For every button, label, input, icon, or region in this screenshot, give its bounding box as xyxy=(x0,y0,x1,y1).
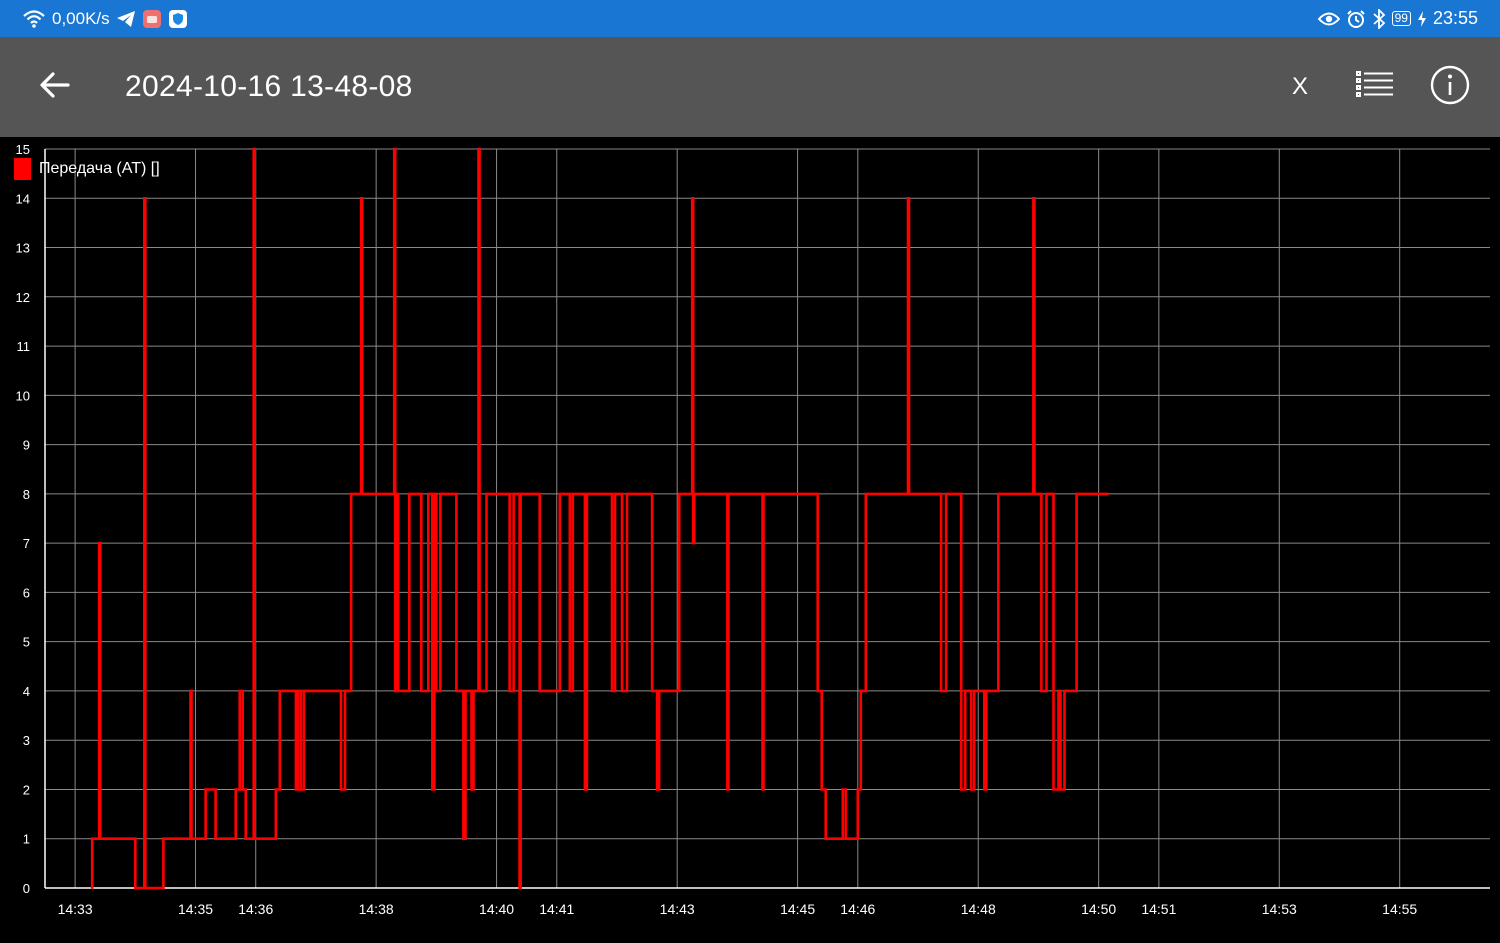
x-tick-label: 14:43 xyxy=(660,901,695,917)
chart-area[interactable]: 0 1 2 3 4 5 6 7 8 9 10 11 12 13 14 15 14:33 14:35 14:36 14… xyxy=(0,137,1500,938)
alarm-icon xyxy=(1346,9,1366,29)
status-bar-left: 0,00K/s xyxy=(22,0,188,37)
app-toolbar: 2024-10-16 13-48-08 X xyxy=(0,37,1500,137)
arrow-left-icon xyxy=(40,71,70,103)
y-tick-label: 11 xyxy=(17,339,31,354)
x-axis-button[interactable]: X xyxy=(1280,67,1320,107)
series-layer xyxy=(90,147,1109,890)
info-icon xyxy=(1430,65,1470,110)
notification-app-icon xyxy=(142,9,162,29)
y-tick-label: 8 xyxy=(23,487,30,502)
clock: 23:55 xyxy=(1432,8,1478,28)
y-tick-label: 4 xyxy=(23,684,30,699)
x-tick-label: 14:35 xyxy=(178,901,213,917)
net-speed: 0,00K/s xyxy=(52,8,110,28)
x-tick-label: 14:40 xyxy=(479,901,514,917)
line-chart[interactable]: 0123456789101112131415 14:33 14:35 14:36 14… xyxy=(0,137,1500,938)
y-tick-label: 0 xyxy=(23,881,30,896)
eye-icon xyxy=(1317,11,1340,27)
series-line xyxy=(90,147,1109,890)
legend-label: Передача (AT) [] xyxy=(39,160,160,177)
x-tick-label: 14:46 xyxy=(840,901,875,917)
x-tick-label: 14:41 xyxy=(539,901,574,917)
list-button[interactable] xyxy=(1352,67,1398,107)
y-tick-label: 7 xyxy=(23,536,30,551)
x-tick-label: 14:33 xyxy=(58,901,93,917)
y-tick-label: 10 xyxy=(16,388,30,403)
page-title: 2024-10-16 13-48-08 xyxy=(125,70,413,103)
telegram-icon xyxy=(116,10,136,28)
back-button[interactable] xyxy=(30,63,80,111)
chart-legend: Передача (AT) [] xyxy=(14,158,160,180)
y-tick-label: 2 xyxy=(23,782,30,797)
y-tick-label: 1 xyxy=(23,832,30,847)
x-tick-label: 14:38 xyxy=(359,901,394,917)
y-tick-label: 13 xyxy=(16,241,30,256)
x-tick-label: 14:48 xyxy=(961,901,996,917)
grid-vertical xyxy=(74,149,1401,888)
y-tick-label: 12 xyxy=(16,290,30,305)
y-tick-label: 6 xyxy=(23,585,30,600)
legend-swatch xyxy=(14,158,31,180)
x-tick-labels: 14:33 14:35 14:36 14:38 14:40 14:41 14:43 14:45… xyxy=(58,901,1418,917)
y-tick-label: 15 xyxy=(16,142,30,157)
x-tick-label: 14:36 xyxy=(238,901,273,917)
wifi-icon xyxy=(22,9,46,29)
status-bar: 0,00K/s 99 23:55 xyxy=(0,0,1500,37)
bluetooth-icon xyxy=(1372,8,1386,29)
x-tick-label: 14:50 xyxy=(1081,901,1116,917)
battery-icon: 99 xyxy=(1391,11,1411,26)
y-tick-label: 14 xyxy=(16,191,30,206)
x-tick-label: 14:55 xyxy=(1382,901,1417,917)
axes xyxy=(44,149,1490,889)
y-tick-labels: 0123456789101112131415 xyxy=(16,142,30,896)
x-tick-label: 14:53 xyxy=(1262,901,1297,917)
x-tick-label: 14:51 xyxy=(1141,901,1176,917)
charging-icon xyxy=(1417,10,1427,28)
list-icon xyxy=(1356,70,1394,105)
y-tick-label: 9 xyxy=(23,438,30,453)
y-tick-label: 5 xyxy=(23,635,30,650)
x-tick-label: 14:45 xyxy=(780,901,815,917)
shield-app-icon xyxy=(168,9,188,29)
info-button[interactable] xyxy=(1428,65,1472,109)
y-tick-label: 3 xyxy=(23,733,30,748)
status-bar-right: 99 23:55 xyxy=(1317,0,1478,37)
battery-level: 99 xyxy=(1394,11,1408,25)
